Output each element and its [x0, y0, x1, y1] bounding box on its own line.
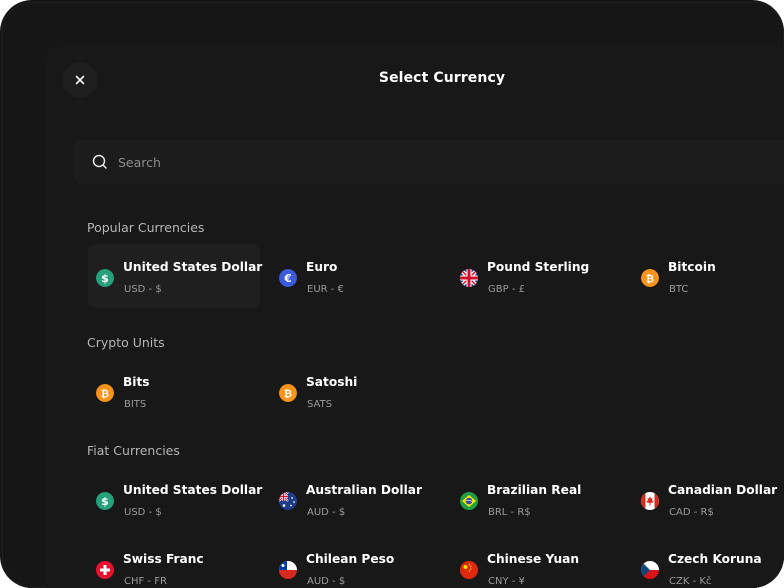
currency-item-cny[interactable]: Chinese Yuan CNY - ¥ — [452, 536, 624, 588]
currency-code: CNY - ¥ — [488, 576, 525, 587]
currency-item-eur[interactable]: € Euro EUR - € — [271, 244, 443, 308]
currency-code: USD - $ — [124, 507, 162, 518]
currency-code: CAD - R$ — [669, 507, 714, 518]
svg-text:₿: ₿ — [646, 273, 654, 285]
svg-text:₿: ₿ — [284, 388, 292, 400]
currency-item-usd[interactable]: $ United States Dollar USD - $ — [88, 244, 263, 308]
currency-code: AUD - $ — [307, 576, 346, 587]
modal-title: Select Currency — [378, 70, 506, 86]
bitcoin-icon: ₿ — [279, 384, 297, 402]
currency-name: Satoshi — [306, 375, 358, 389]
currency-item-usd-fiat[interactable]: $ United States Dollar USD - $ — [88, 467, 263, 531]
dollar-icon: $ — [96, 269, 114, 287]
currency-name: Australian Dollar — [306, 483, 423, 497]
search-bar[interactable] — [74, 140, 784, 184]
section-title-crypto: Crypto Units — [87, 335, 165, 350]
currency-code: CHF - FR — [124, 576, 167, 587]
currency-name: United States Dollar — [123, 260, 263, 274]
svg-text:$: $ — [101, 495, 109, 508]
bitcoin-icon: ₿ — [641, 269, 659, 287]
svg-text:₿: ₿ — [101, 388, 109, 400]
currency-code: USD - $ — [124, 284, 162, 295]
currency-name: Bitcoin — [668, 260, 716, 274]
currency-item-bits[interactable]: ₿ Bits BITS — [88, 359, 260, 423]
currency-item-czk[interactable]: Czech Koruna CZK - Kč — [633, 536, 781, 588]
currency-code: BITS — [124, 399, 147, 410]
currency-item-aud[interactable]: Australian Dollar AUD - $ — [271, 467, 443, 531]
currency-item-gbp[interactable]: Pound Sterling GBP - £ — [452, 244, 624, 308]
currency-item-chf[interactable]: Swiss Franc CHF - FR — [88, 536, 260, 588]
section-title-fiat: Fiat Currencies — [87, 443, 180, 458]
currency-name: Czech Koruna — [668, 552, 762, 566]
currency-item-brl[interactable]: Brazilian Real BRL - R$ — [452, 467, 624, 531]
search-input[interactable] — [118, 140, 718, 184]
currency-code: SATS — [307, 399, 333, 410]
search-icon — [91, 153, 109, 171]
currency-code: BTC — [669, 284, 689, 295]
currency-item-clp[interactable]: Chilean Peso AUD - $ — [271, 536, 443, 588]
currency-code: EUR - € — [307, 284, 344, 295]
currency-code: BRL - R$ — [488, 507, 531, 518]
australia-flag-icon — [279, 492, 297, 510]
chile-flag-icon — [279, 561, 297, 579]
canada-flag-icon — [641, 492, 659, 510]
currency-item-sats[interactable]: ₿ Satoshi SATS — [271, 359, 443, 423]
currency-code: GBP - £ — [488, 284, 525, 295]
bitcoin-icon: ₿ — [96, 384, 114, 402]
currency-name: Canadian Dollar — [668, 483, 778, 497]
currency-name: United States Dollar — [123, 483, 263, 497]
currency-name: Euro — [306, 260, 338, 274]
section-title-popular: Popular Currencies — [87, 220, 205, 235]
currency-name: Chinese Yuan — [487, 552, 580, 566]
svg-text:$: $ — [101, 272, 109, 285]
currency-name: Pound Sterling — [487, 260, 590, 274]
currency-code: AUD - $ — [307, 507, 346, 518]
china-flag-icon — [460, 561, 478, 579]
currency-name: Brazilian Real — [487, 483, 582, 497]
svg-text:€: € — [283, 273, 291, 285]
currency-code: CZK - Kč — [669, 576, 712, 587]
currency-item-cad[interactable]: Canadian Dollar CAD - R$ — [633, 467, 781, 531]
currency-item-btc[interactable]: ₿ Bitcoin BTC — [633, 244, 781, 308]
brazil-flag-icon — [460, 492, 478, 510]
currency-name: Swiss Franc — [123, 552, 204, 566]
currency-name: Bits — [123, 375, 150, 389]
switzerland-flag-icon — [96, 561, 114, 579]
uk-flag-icon — [460, 269, 478, 287]
czech-flag-icon — [641, 561, 659, 579]
currency-name: Chilean Peso — [306, 552, 395, 566]
dollar-icon: $ — [96, 492, 114, 510]
device-frame: Select Currency Popular Currencies $ Uni… — [0, 0, 784, 588]
euro-icon: € — [279, 269, 297, 287]
